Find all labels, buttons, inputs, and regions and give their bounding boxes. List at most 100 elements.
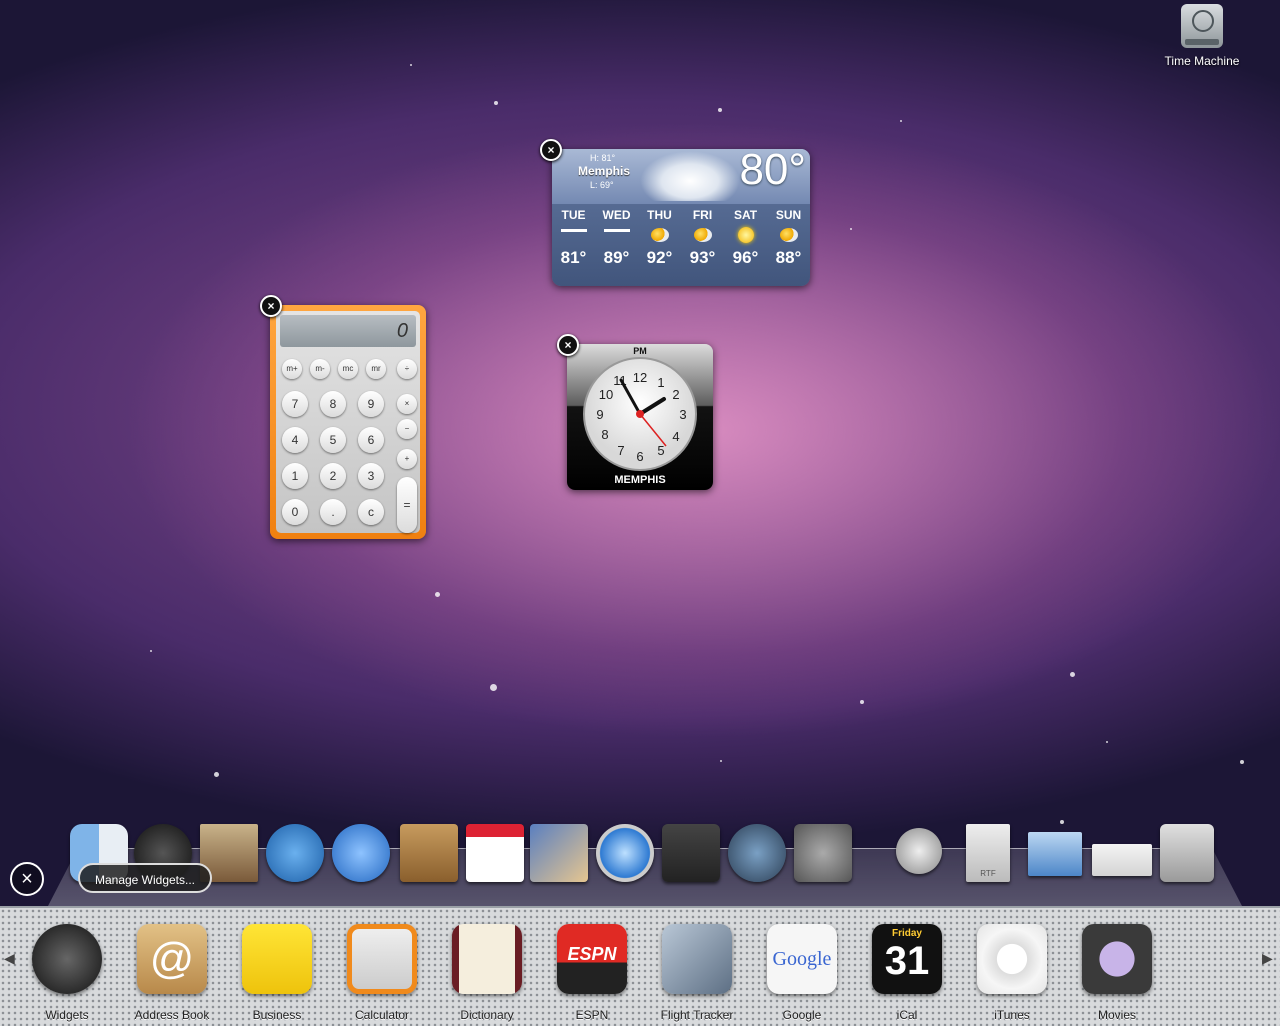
widget-bar-item-flight-tracker[interactable]: Flight Tracker — [661, 924, 733, 1022]
widget-bar-item-calculator[interactable]: Calculator — [347, 924, 417, 1022]
weather-current-temp: 80° — [739, 149, 806, 194]
pictures-folder-icon[interactable] — [1028, 832, 1082, 876]
svg-text:4: 4 — [672, 429, 679, 444]
widgets-icon — [32, 924, 102, 994]
calculator-icon — [347, 924, 417, 994]
forecast-day: FRI 93° — [689, 208, 716, 267]
ical-date: 31 — [884, 939, 930, 983]
forecast-day: WED 89° — [602, 208, 631, 267]
time-machine-label: Time Machine — [1164, 54, 1240, 68]
calc-key-mplus[interactable]: m+ — [282, 359, 302, 379]
spaces-icon[interactable] — [662, 824, 720, 882]
calc-key-multiply[interactable]: × — [397, 394, 417, 414]
time-machine-icon — [1181, 4, 1223, 48]
airplane-icon — [662, 924, 732, 994]
safari-icon[interactable] — [266, 824, 324, 882]
svg-text:2: 2 — [672, 387, 679, 402]
svg-text:6: 6 — [636, 449, 643, 464]
calculator-widget: 0 m+ m- mc mr ÷ 7 8 9 × 4 5 6 − 1 2 3 + … — [270, 305, 426, 539]
widget-bar-item-business[interactable]: Business — [242, 924, 312, 1022]
system-preferences-icon[interactable] — [794, 824, 852, 882]
sunny-icon — [737, 227, 754, 243]
cloud-icon — [640, 151, 740, 201]
widget-bar-item-itunes[interactable]: iTunes — [977, 924, 1047, 1022]
calc-key-decimal[interactable]: . — [320, 499, 346, 525]
calc-key-3[interactable]: 3 — [358, 463, 384, 489]
manage-widgets-button[interactable]: Manage Widgets... — [78, 863, 212, 893]
itunes-icon — [977, 924, 1047, 994]
widget-bar-item-dictionary[interactable]: Dictionary — [452, 924, 522, 1022]
clock-city: MEMPHIS — [614, 474, 666, 486]
widget-bar-next-arrow-icon[interactable]: ▶ — [1262, 950, 1273, 967]
ical-icon[interactable] — [466, 824, 524, 882]
calculator-close-button[interactable]: × — [260, 295, 282, 317]
widget-bar-item-espn[interactable]: ESPN ESPN — [557, 924, 627, 1022]
partly-sunny-icon — [779, 228, 798, 242]
thunderstorm-icon — [603, 228, 630, 242]
forecast-day: THU 92° — [646, 208, 673, 267]
time-machine-drive[interactable]: Time Machine — [1150, 4, 1254, 68]
calendar-icon: Friday 31 — [872, 924, 942, 994]
calc-key-equals[interactable]: = — [397, 477, 417, 533]
svg-text:1: 1 — [657, 375, 664, 390]
forecast-day: SAT 96° — [732, 208, 759, 267]
forecast-day: TUE 81° — [560, 208, 587, 267]
svg-text:12: 12 — [633, 370, 647, 385]
svg-text:10: 10 — [599, 387, 613, 402]
calc-key-1[interactable]: 1 — [282, 463, 308, 489]
widget-bar: Widgets @ Address Book Business Calculat… — [0, 906, 1280, 1026]
weather-close-button[interactable]: × — [540, 139, 562, 161]
clock-close-button[interactable]: × — [557, 334, 579, 356]
calc-key-8[interactable]: 8 — [320, 391, 346, 417]
forecast-day: SUN 88° — [775, 208, 802, 267]
espn-icon: ESPN — [557, 924, 627, 994]
address-book-icon[interactable] — [400, 824, 458, 882]
rtf-document-icon[interactable]: RTF — [966, 824, 1010, 882]
calc-key-6[interactable]: 6 — [358, 427, 384, 453]
svg-text:9: 9 — [596, 407, 603, 422]
mail-stack-icon[interactable] — [896, 828, 942, 874]
calc-key-2[interactable]: 2 — [320, 463, 346, 489]
time-machine-dock-icon[interactable] — [728, 824, 786, 882]
world-clock-widget[interactable]: PM 12 1 2 3 4 5 6 7 8 9 10 11 MEMPHIS — [567, 344, 713, 490]
weather-high: H: 81° — [590, 153, 616, 163]
calc-key-5[interactable]: 5 — [320, 427, 346, 453]
google-icon: Google — [767, 924, 837, 994]
calc-key-mr[interactable]: mr — [366, 359, 386, 379]
partly-sunny-icon — [650, 228, 669, 242]
widget-bar-item-movies[interactable]: Movies — [1082, 924, 1152, 1022]
calc-key-9[interactable]: 9 — [358, 391, 384, 417]
ticket-icon — [1082, 924, 1152, 994]
ichat-icon[interactable] — [332, 824, 390, 882]
svg-text:3: 3 — [679, 407, 686, 422]
calc-key-plus[interactable]: + — [397, 449, 417, 469]
partly-sunny-icon — [693, 228, 712, 242]
thunderstorm-icon — [560, 228, 587, 242]
calc-key-mminus[interactable]: m- — [310, 359, 330, 379]
calc-key-clear[interactable]: c — [358, 499, 384, 525]
iphoto-icon[interactable] — [530, 824, 588, 882]
close-widget-bar-button[interactable]: × — [10, 862, 44, 896]
calc-key-4[interactable]: 4 — [282, 427, 308, 453]
widget-bar-item-google[interactable]: Google Google — [767, 924, 837, 1022]
itunes-dock-icon[interactable] — [596, 824, 654, 882]
widget-bar-item-address-book[interactable]: @ Address Book — [135, 924, 209, 1022]
weather-low: L: 69° — [590, 180, 614, 190]
downloads-stack-icon[interactable] — [1092, 844, 1152, 876]
calc-key-minus[interactable]: − — [397, 419, 417, 439]
at-sign-icon: @ — [137, 924, 207, 994]
weather-header: H: 81° Memphis L: 69° 80° — [552, 149, 810, 204]
calc-key-mc[interactable]: mc — [338, 359, 358, 379]
weather-city: Memphis — [578, 164, 631, 178]
trash-icon[interactable] — [1160, 824, 1214, 882]
weather-widget[interactable]: H: 81° Memphis L: 69° 80° TUE 81° WED 89° … — [552, 149, 810, 286]
svg-text:5: 5 — [657, 443, 664, 458]
calc-key-divide[interactable]: ÷ — [397, 359, 417, 379]
dictionary-icon — [452, 924, 522, 994]
calculator-display: 0 — [280, 315, 416, 347]
widget-bar-item-widgets[interactable]: Widgets — [32, 924, 102, 1022]
widget-bar-prev-arrow-icon[interactable]: ◀ — [4, 950, 15, 967]
calc-key-7[interactable]: 7 — [282, 391, 308, 417]
calc-key-0[interactable]: 0 — [282, 499, 308, 525]
widget-bar-item-ical[interactable]: Friday 31 iCal — [872, 924, 942, 1022]
